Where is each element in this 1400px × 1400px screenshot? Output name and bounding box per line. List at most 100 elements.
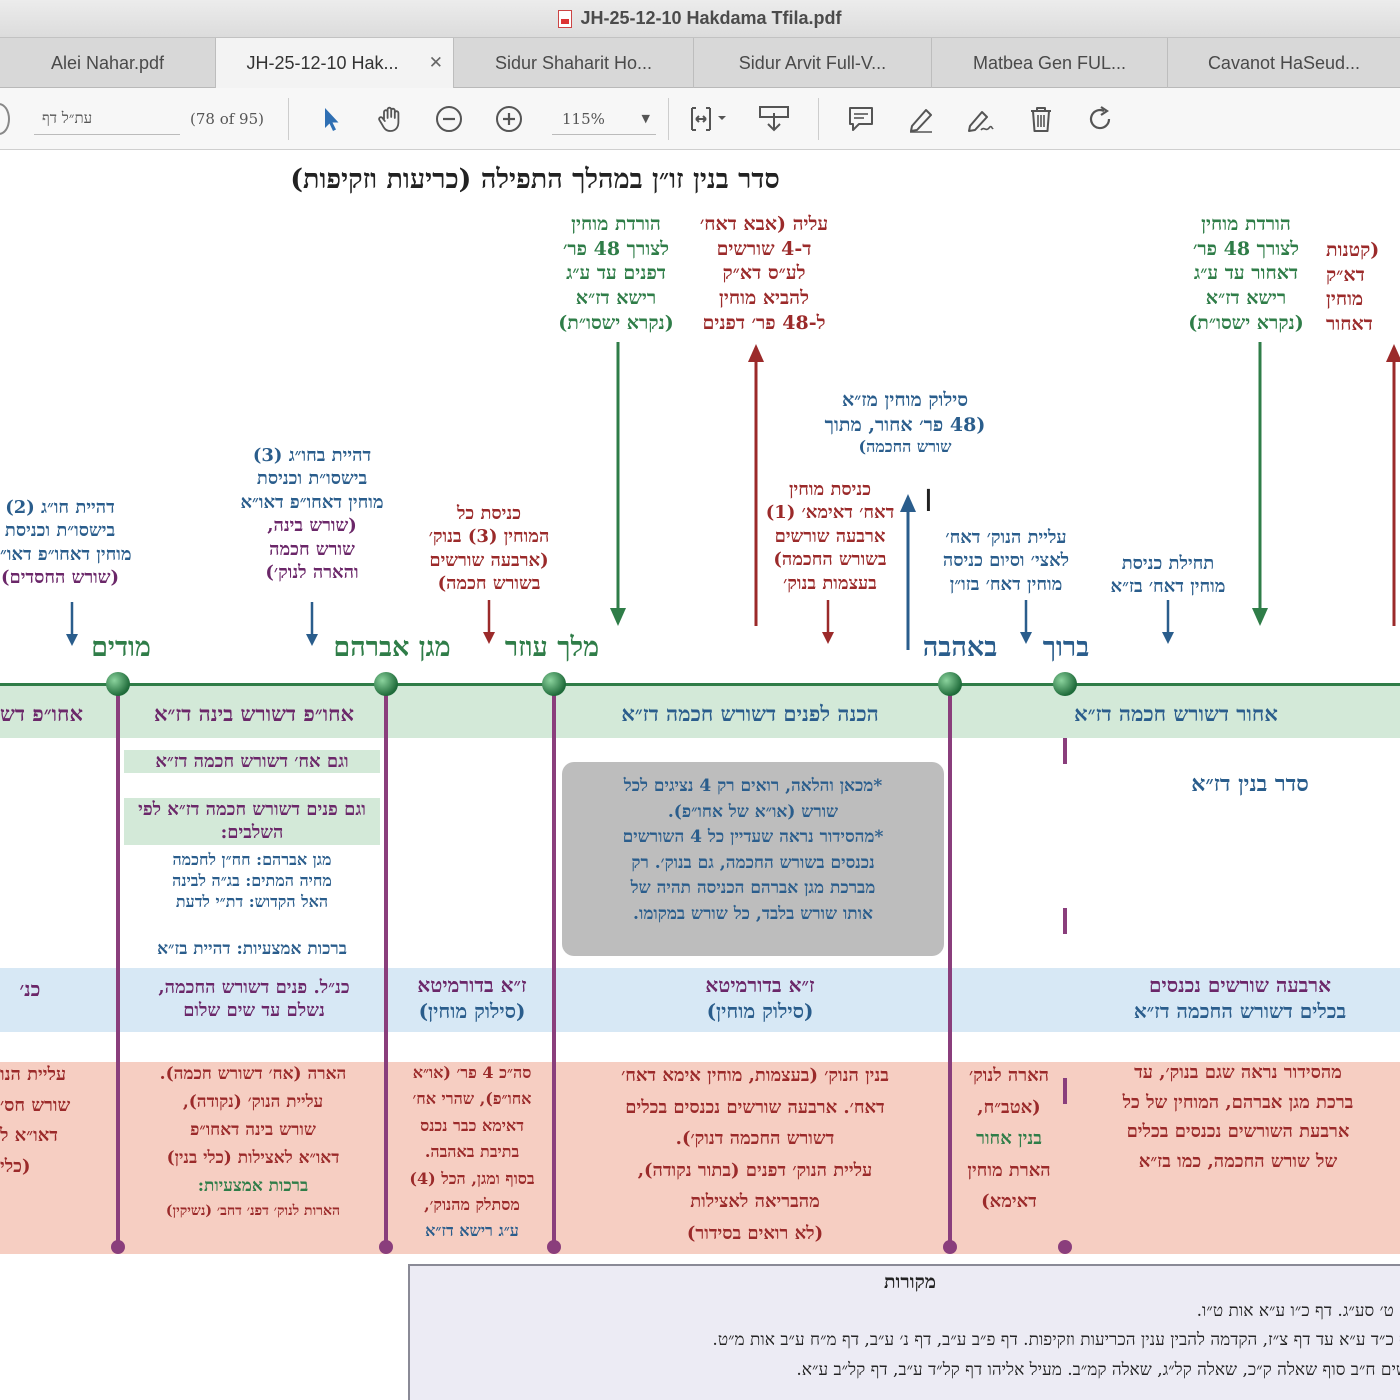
label-tchilat-knisa: תחילת כניסת מוחין דאח׳ בז״א <box>1092 552 1244 599</box>
sources-text: ף ט׳ סע״ג. דף כ״ו ע״א אות ט״ו. ף כ״ד ע״א… <box>410 1297 1400 1386</box>
band-line: ברכות אמצעיות: <box>197 1176 309 1197</box>
label-line: הורדת מוחין <box>571 213 661 235</box>
zoom-in-icon[interactable] <box>489 99 529 139</box>
band-line: שורש בינה דאחו״פ <box>190 1120 316 1141</box>
timeline-end-dot <box>1058 1240 1072 1254</box>
band-line: (כלי <box>0 1155 31 1177</box>
band-line: (סילוק מוחין) <box>706 999 814 1023</box>
note-line: נכנסים בשורש החכמה, גם בנוק׳. רק <box>631 852 875 873</box>
label-horadat-panim: הורדת מוחין לצורך 48 פר׳ דפנים עד ע״ג רי… <box>546 212 686 335</box>
band-line: ז״א בדורמיטא <box>705 973 815 997</box>
note-line: מברכת מגן אברהם הכניסה תהיה של <box>630 878 876 898</box>
close-tab-icon[interactable]: ✕ <box>429 53 443 73</box>
band-line: מסתלק מהנוק׳, <box>424 1194 520 1214</box>
label-line: (48 פר׳ אחור, מתוך <box>824 413 986 436</box>
timeline-line <box>0 683 1400 686</box>
page-number-input[interactable]: עת״ל דף <box>34 103 180 135</box>
tab-alei-nahar[interactable]: Alei Nahar.pdf <box>0 38 216 88</box>
select-arrow-icon[interactable] <box>310 99 350 139</box>
label-line: מוחין דאחו״פ דאו״א <box>240 491 384 513</box>
word-modim: מודים <box>91 632 151 663</box>
timeline-divider <box>116 686 120 1246</box>
fit-page-icon[interactable] <box>684 99 732 139</box>
band-line: דאימא כבר נכנס <box>420 1115 524 1135</box>
band-line: ז״א בדורמיטא <box>417 973 527 997</box>
grey-note-box: *מכאן והלאה, רואים רק 4 נציגים לכל שורש … <box>562 762 944 956</box>
label-line: (שורש החסדים) <box>0 567 120 589</box>
band-line: ע״ג רישא דז״א <box>425 1221 519 1241</box>
label-line: בישסו״ת וכניסת <box>4 520 116 542</box>
label-line: שורש החכמה) <box>858 437 952 457</box>
label-dhiyat-hchg-2: דהיית חו״ג (2) בישסו״ת וכניסת מוחין דאחו… <box>0 496 160 590</box>
band-line: בכלים דשורש החכמה דז״א <box>1133 999 1347 1023</box>
label-line: המוחין (3) בנוק׳ <box>428 526 550 548</box>
tab-cavanot-haseuda[interactable]: Cavanot HaSeud... <box>1168 38 1400 88</box>
tab-sidur-shaharit[interactable]: Sidur Shaharit Ho... <box>454 38 694 88</box>
band-line: דאו״א ל <box>0 1125 58 1147</box>
label-line: דהיית בחו״ג (3) <box>252 445 372 466</box>
label-knisat-imma: כניסת מוחין דאח׳ דאימא׳ (1) ארבעה שורשים… <box>750 478 910 595</box>
label-knisat-kol: כניסת כל המוחין (3) בנוק׳ (ארבעה שורשים … <box>414 502 564 596</box>
tab-bar: Alei Nahar.pdf JH-25-12-10 Hak... ✕ Sidur… <box>0 38 1400 88</box>
band-line: בנין הנוק׳ (בעצמות, מוחין אימא דאח׳ <box>621 1065 889 1086</box>
page-count: (78 of 95) <box>190 110 264 128</box>
band-line: דשורש החכמה דנוק׳). <box>675 1128 835 1149</box>
label-line: רישא דז״א <box>575 287 657 310</box>
band-line: ארבעה שורשים נכנסים <box>1149 973 1331 997</box>
note-gam-panim: וגם פנים דשורש חכמה דז״א לפי השלבים: <box>124 798 380 845</box>
band-line: סה״כ 4 פר׳ (או״א <box>412 1063 532 1082</box>
timeline-node <box>374 672 398 696</box>
band-line: בנין אחור <box>976 1128 1042 1149</box>
timeline-divider <box>948 686 952 1246</box>
source-line: ף כ״ד ע״א עד דף צ״ז, הקדמה להבין ענין הכ… <box>712 1330 1400 1351</box>
download-icon[interactable] <box>752 99 796 139</box>
band-line: בסוף ומגן, הכל (4) <box>409 1168 535 1188</box>
note-line: האל הקדוש: דת״י לדעת <box>175 891 329 911</box>
band-line: עליית הנו <box>0 1064 67 1085</box>
pdf-file-icon <box>558 9 573 28</box>
green-band-achop: אחו״פ דשורש בינה דז״א <box>153 701 355 726</box>
timeline-end-dot <box>379 1240 393 1254</box>
timeline-divider-dashed <box>1063 738 1067 1246</box>
source-line: ף ט׳ סע״ג. דף כ״ו ע״א אות ט״ו. <box>1196 1300 1400 1321</box>
band-line: (סילוק מוחין) <box>418 999 526 1023</box>
toolbar-separator <box>668 98 669 140</box>
label-line: לע״ס דא״ק <box>722 262 806 285</box>
comment-icon[interactable] <box>841 99 881 139</box>
band-line: נשלם עד שים שלום <box>183 1000 325 1022</box>
zoom-out-icon[interactable] <box>429 99 469 139</box>
word-melech-ozer: מלך עוזר <box>504 632 600 663</box>
label-line: הורדת מוחין <box>1201 213 1291 235</box>
label-siluk-mochin: סילוק מוחין מז״א (48 פר׳ אחור, מתוך שורש… <box>800 388 1010 458</box>
label-line: (ארבעה שורשים <box>429 549 549 571</box>
tab-hakdama-tfila[interactable]: JH-25-12-10 Hak... ✕ <box>216 38 454 88</box>
label-line: לאצי׳ וסיום כניסה <box>942 550 1070 572</box>
timeline-node <box>542 672 566 696</box>
label-line: דאחור עד ע״ג <box>1193 262 1299 285</box>
tab-sidur-arvit[interactable]: Sidur Arvit Full-V... <box>694 38 932 88</box>
tab-matbea-gen[interactable]: Matbea Gen FUL... <box>932 38 1168 88</box>
label-line: (נקרא ישסו״ת) <box>558 311 674 334</box>
zoom-select[interactable]: 115% ▼ <box>552 103 656 135</box>
label-line: בשורש החכמה) <box>773 549 887 571</box>
label-line: (קטנות <box>1326 239 1380 261</box>
timeline-divider <box>552 686 556 1246</box>
sign-icon[interactable] <box>960 99 1000 139</box>
label-line: מוחין דאחו״פ דאו״א <box>0 543 132 565</box>
label-line: דאח׳ דאימא׳ (1) <box>765 502 895 524</box>
trash-icon[interactable] <box>1021 99 1061 139</box>
label-line: בשורש חכמה) <box>437 573 541 595</box>
hand-icon[interactable] <box>370 99 410 139</box>
timeline-node <box>938 672 962 696</box>
band-line: הארה (אח׳ דשורש חכמה). <box>159 1064 347 1084</box>
toolbar-separator <box>288 98 289 140</box>
band-line: עליית הנוק׳ (נקודה), <box>182 1092 324 1113</box>
blue-band-arbaa-shorashim: ארבעה שורשים נכנסים בכלים דשורש החכמה דז… <box>1080 972 1400 1024</box>
highlight-icon[interactable] <box>901 99 941 139</box>
timeline-divider <box>384 686 388 1246</box>
label-aliyat-nok: עליית הנוק׳ דאח׳ לאצי׳ וסיום כניסה מוחין… <box>918 526 1094 596</box>
rotate-icon[interactable] <box>1080 99 1120 139</box>
label-seder-binyan: סדר בנין דז״א <box>1191 771 1309 797</box>
sources-header: מקורות <box>883 1271 937 1293</box>
label-dhiyat-hchg-3: דהיית בחו״ג (3) בישסו״ת וכניסת מוחין דאח… <box>212 444 412 584</box>
